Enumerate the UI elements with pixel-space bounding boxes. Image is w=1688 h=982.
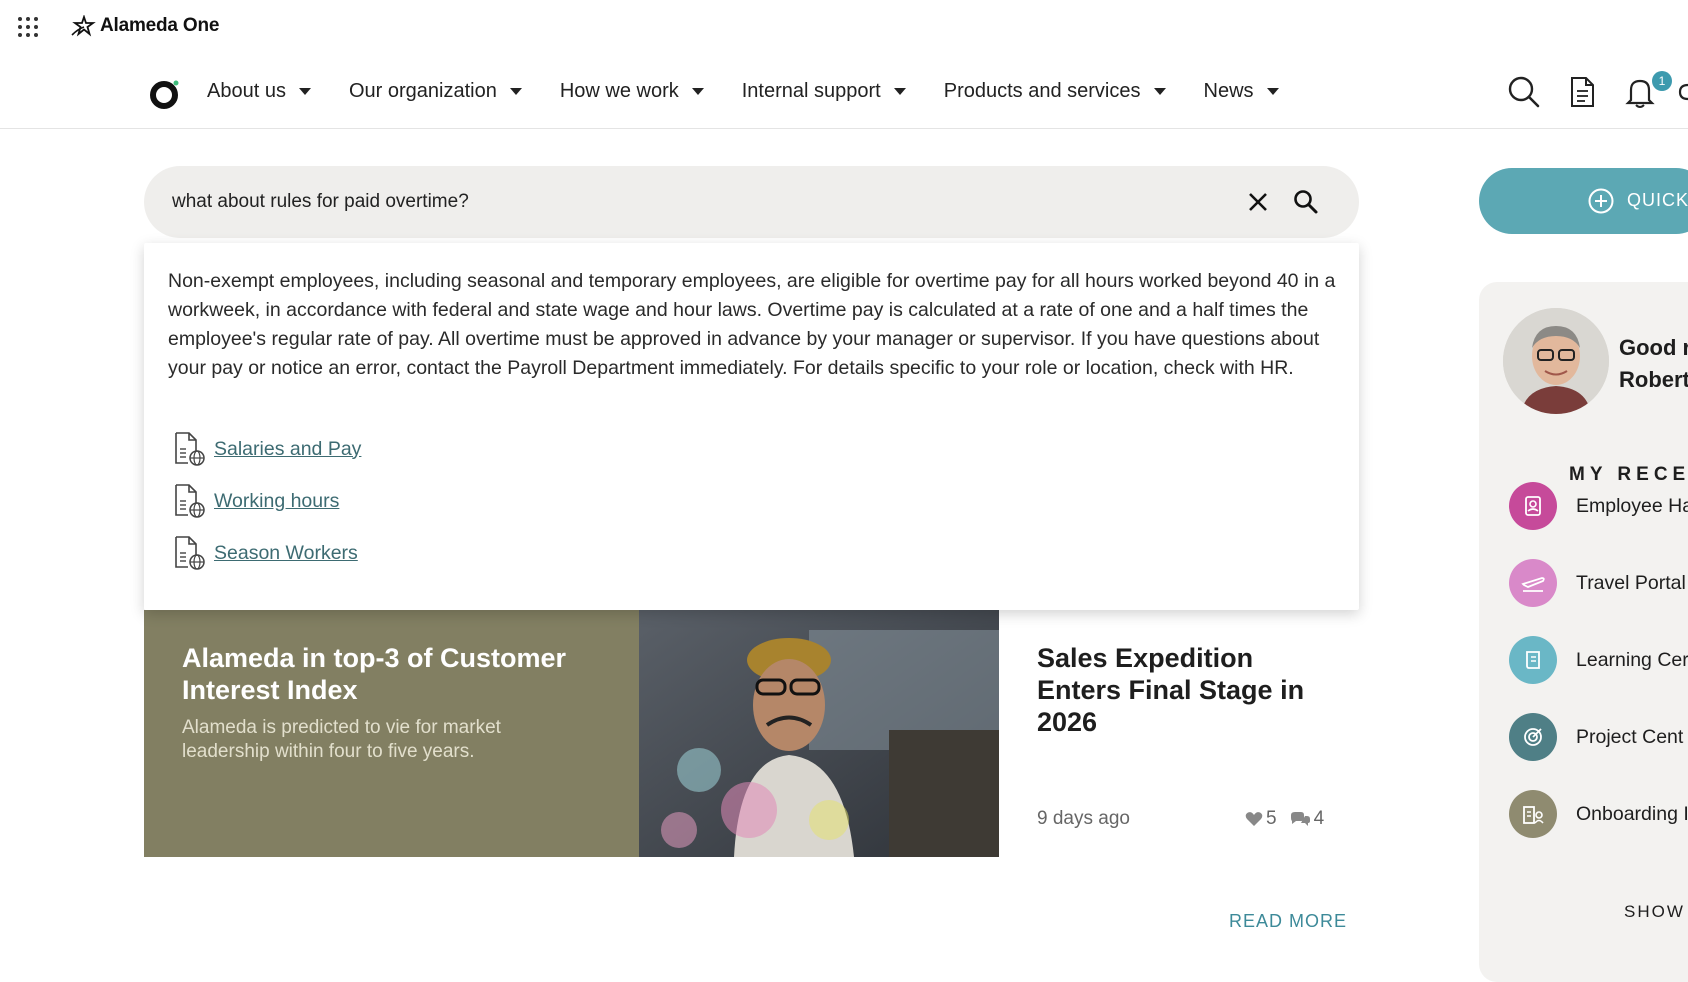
likes-count: 5 [1266,808,1277,829]
news-strip: Alameda in top-3 of Customer Interest In… [144,610,1359,857]
top-bar: Alameda One [0,0,1688,54]
nav-label: News [1203,79,1254,102]
source-link-salaries-and-pay[interactable]: Salaries and Pay [172,431,361,467]
building-icon [1509,790,1557,838]
secondary-news-card[interactable]: Sales Expedition Enters Final Stage in 2… [999,610,1359,857]
recent-item-onboarding[interactable]: Onboarding I [1509,790,1688,838]
company-logo-icon[interactable] [150,79,180,109]
quick-action-label: QUICK [1627,190,1688,210]
nav-item-about-us[interactable]: About us [207,80,311,103]
nav-label: Our organization [348,79,497,102]
comments-icon[interactable] [1289,811,1311,827]
nav-label: About us [207,79,286,102]
recent-item-learning-center[interactable]: Learning Cer [1509,636,1688,684]
recent-item-label: Travel Portal [1576,571,1686,594]
nav-item-products-and-services[interactable]: Products and services [944,80,1166,103]
recent-item-label: Project Cent [1576,725,1684,748]
quick-action-button[interactable]: QUICK [1479,168,1688,234]
web-document-icon [175,484,205,518]
greeting-line2: Robert [1619,367,1688,392]
nav-label: Products and services [943,79,1141,102]
nav-item-news[interactable]: News [1204,80,1279,103]
nav-label: How we work [559,79,679,102]
caret-down-icon [298,87,311,95]
caret-down-icon [1153,87,1166,95]
notification-badge: 1 [1652,71,1672,91]
recent-item-label: Employee Ha [1576,494,1688,517]
news-date: 9 days ago [1037,808,1130,829]
search-bar[interactable]: what about rules for paid overtime? [144,166,1359,238]
source-link-working-hours[interactable]: Working hours [172,483,339,519]
answer-text: Non-exempt employees, including seasonal… [168,270,1336,379]
recent-item-label: Learning Cer [1576,648,1688,671]
source-link-label[interactable]: Salaries and Pay [214,438,361,461]
recent-item-project-center[interactable]: Project Cent [1509,713,1683,761]
greeting-line1: Good r [1619,335,1688,360]
book-icon [1509,636,1557,684]
featured-news-card[interactable]: Alameda in top-3 of Customer Interest In… [144,610,639,857]
search-submit-icon[interactable] [1292,188,1320,216]
close-icon[interactable] [1244,188,1272,216]
news-photo[interactable] [639,610,999,857]
caret-down-icon [893,87,906,95]
plane-icon [1509,559,1557,607]
document-icon[interactable] [1565,75,1599,109]
brand-name: Alameda One [100,15,220,36]
news-photo-image [639,610,999,857]
greeting: Good r Robert [1619,332,1688,396]
app-launcher-icon[interactable] [18,17,38,37]
source-link-season-workers[interactable]: Season Workers [172,535,358,571]
recent-item-travel-portal[interactable]: Travel Portal [1509,559,1686,607]
badge-icon [1509,482,1557,530]
nav-item-internal-support[interactable]: Internal support [742,80,906,103]
read-more-link[interactable]: READ MORE [1229,911,1347,932]
secondary-news-title[interactable]: Sales Expedition Enters Final Stage in 2… [1037,642,1337,738]
nav-item-our-organization[interactable]: Our organization [349,80,522,103]
nav-label: Internal support [741,79,881,102]
featured-news-subtitle: Alameda is predicted to vie for market l… [182,717,501,762]
search-icon[interactable] [1507,75,1541,109]
caret-down-icon [1266,87,1279,95]
heart-icon[interactable] [1245,811,1263,827]
caret-down-icon [509,87,522,95]
avatar-image [1503,308,1609,414]
recent-item-employee-handbook[interactable]: Employee Ha [1509,482,1688,530]
featured-news-title[interactable]: Alameda in top-3 of Customer Interest In… [182,642,602,706]
search-answer-panel: Non-exempt employees, including seasonal… [144,243,1359,610]
caret-down-icon [691,87,704,95]
brand-logo[interactable]: Alameda One [70,15,219,37]
recent-item-label: Onboarding I [1576,802,1688,825]
show-more-button[interactable]: SHOW [1624,902,1685,922]
news-stats: 5 4 [1245,808,1324,830]
web-document-icon [175,432,205,466]
target-icon [1509,713,1557,761]
main-nav: About us Our organization How we work In… [0,54,1688,129]
search-input[interactable]: what about rules for paid overtime? [172,191,469,213]
comments-count: 4 [1313,808,1325,829]
chat-icon[interactable] [1678,75,1688,109]
avatar[interactable] [1503,308,1609,414]
plus-circle-icon [1588,188,1614,214]
web-document-icon [175,536,205,570]
personal-panel: Good r Robert MY RECEI Employee Ha Trave… [1479,282,1688,982]
source-link-label[interactable]: Working hours [214,490,339,513]
nav-item-how-we-work[interactable]: How we work [560,80,704,103]
star-logo-icon [71,15,96,37]
source-link-label[interactable]: Season Workers [214,542,358,565]
